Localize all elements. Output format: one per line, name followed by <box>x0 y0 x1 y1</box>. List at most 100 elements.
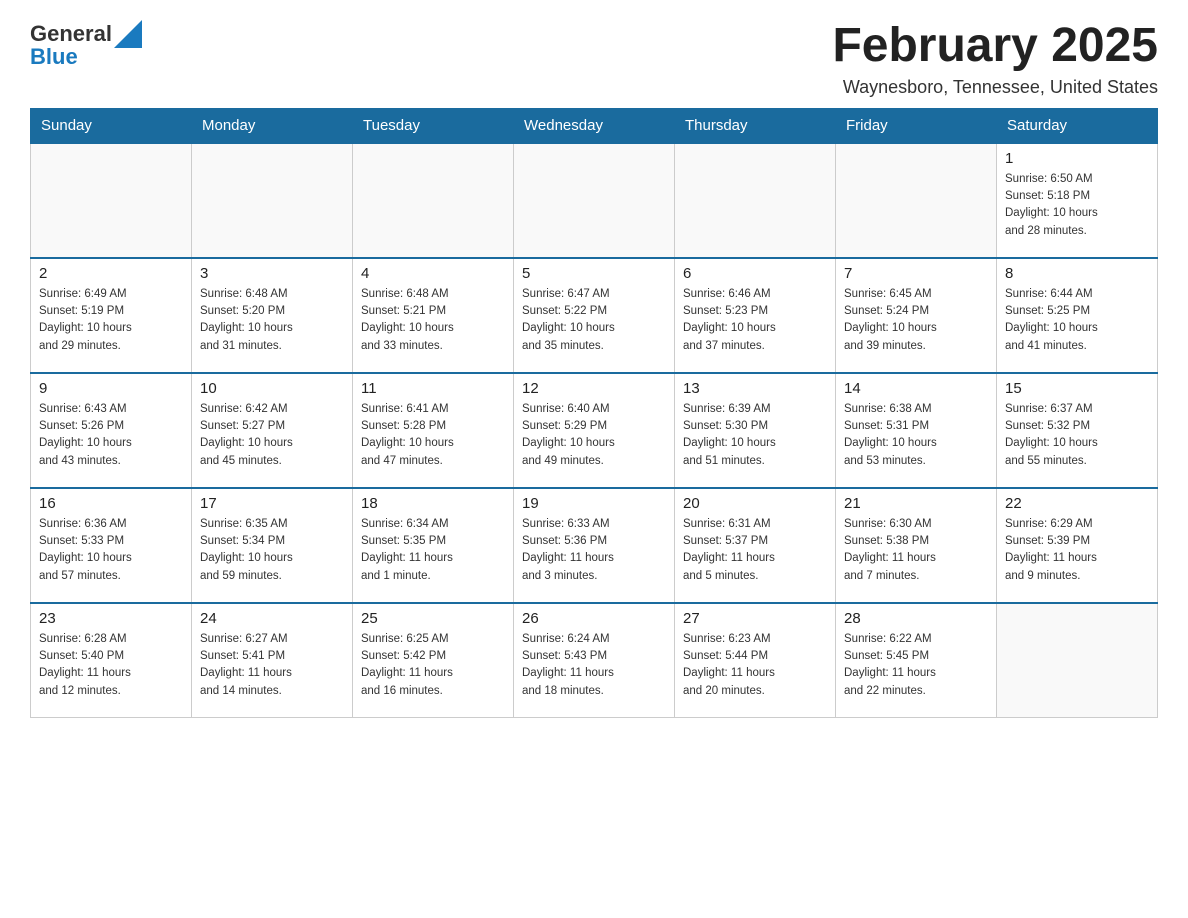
day-number: 21 <box>844 495 988 512</box>
day-number: 25 <box>361 610 505 627</box>
page-header: General Blue February 2025 Waynesboro, T… <box>30 20 1158 98</box>
day-number: 3 <box>200 265 344 282</box>
day-info: Sunrise: 6:47 AMSunset: 5:22 PMDaylight:… <box>522 286 666 355</box>
day-number: 10 <box>200 380 344 397</box>
calendar-day-cell: 11 Sunrise: 6:41 AMSunset: 5:28 PMDayligh… <box>353 373 514 488</box>
calendar-day-cell <box>353 143 514 258</box>
calendar-day-cell: 4Sunrise: 6:48 AMSunset: 5:21 PMDaylight… <box>353 258 514 373</box>
calendar-day-cell: 12Sunrise: 6:40 AMSunset: 5:29 PMDayligh… <box>514 373 675 488</box>
calendar-day-cell: 23 Sunrise: 6:28 AMSunset: 5:40 PMDayligh… <box>31 603 192 718</box>
day-info: Sunrise: 6:28 AMSunset: 5:40 PMDaylight:… <box>39 631 183 700</box>
day-of-week-header: Monday <box>192 108 353 143</box>
day-info: Sunrise: 6:48 AMSunset: 5:21 PMDaylight:… <box>361 286 505 355</box>
day-number: 18 <box>361 495 505 512</box>
calendar-day-cell: 14 Sunrise: 6:38 AMSunset: 5:31 PMDayligh… <box>836 373 997 488</box>
calendar-day-cell: 27 Sunrise: 6:23 AMSunset: 5:44 PMDayligh… <box>675 603 836 718</box>
day-number: 24 <box>200 610 344 627</box>
calendar-day-cell: 15 Sunrise: 6:37 AMSunset: 5:32 PMDayligh… <box>997 373 1158 488</box>
day-info: Sunrise: 6:44 AMSunset: 5:25 PMDaylight:… <box>1005 286 1149 355</box>
calendar-day-cell: 10 Sunrise: 6:42 AMSunset: 5:27 PMDayligh… <box>192 373 353 488</box>
day-of-week-header: Sunday <box>31 108 192 143</box>
calendar-body: 1Sunrise: 6:50 AMSunset: 5:18 PMDaylight… <box>31 143 1158 718</box>
day-info: Sunrise: 6:30 AMSunset: 5:38 PMDaylight:… <box>844 516 988 585</box>
calendar-day-cell: 17 Sunrise: 6:35 AMSunset: 5:34 PMDayligh… <box>192 488 353 603</box>
day-info: Sunrise: 6:27 AMSunset: 5:41 PMDaylight:… <box>200 631 344 700</box>
day-number: 7 <box>844 265 988 282</box>
calendar-day-cell: 22Sunrise: 6:29 AMSunset: 5:39 PMDayligh… <box>997 488 1158 603</box>
calendar-day-cell: 20Sunrise: 6:31 AMSunset: 5:37 PMDayligh… <box>675 488 836 603</box>
logo-text-blue: Blue <box>30 44 78 70</box>
day-of-week-header: Saturday <box>997 108 1158 143</box>
day-info: Sunrise: 6:36 AMSunset: 5:33 PMDaylight:… <box>39 516 183 585</box>
month-title: February 2025 <box>832 20 1158 73</box>
day-info: Sunrise: 6:37 AMSunset: 5:32 PMDaylight:… <box>1005 401 1149 470</box>
day-info: Sunrise: 6:24 AMSunset: 5:43 PMDaylight:… <box>522 631 666 700</box>
day-number: 8 <box>1005 265 1149 282</box>
day-of-week-header: Tuesday <box>353 108 514 143</box>
calendar-day-cell <box>192 143 353 258</box>
day-number: 6 <box>683 265 827 282</box>
calendar-week-row: 9 Sunrise: 6:43 AMSunset: 5:26 PMDaylight… <box>31 373 1158 488</box>
day-info: Sunrise: 6:25 AMSunset: 5:42 PMDaylight:… <box>361 631 505 700</box>
calendar-day-cell: 5 Sunrise: 6:47 AMSunset: 5:22 PMDaylight… <box>514 258 675 373</box>
day-number: 23 <box>39 610 183 627</box>
calendar-day-cell <box>997 603 1158 718</box>
day-number: 15 <box>1005 380 1149 397</box>
day-number: 27 <box>683 610 827 627</box>
calendar-day-cell: 9 Sunrise: 6:43 AMSunset: 5:26 PMDaylight… <box>31 373 192 488</box>
calendar-week-row: 16Sunrise: 6:36 AMSunset: 5:33 PMDayligh… <box>31 488 1158 603</box>
calendar-week-row: 1Sunrise: 6:50 AMSunset: 5:18 PMDaylight… <box>31 143 1158 258</box>
calendar-week-row: 2 Sunrise: 6:49 AMSunset: 5:19 PMDaylight… <box>31 258 1158 373</box>
calendar-day-cell: 24 Sunrise: 6:27 AMSunset: 5:41 PMDayligh… <box>192 603 353 718</box>
day-info: Sunrise: 6:49 AMSunset: 5:19 PMDaylight:… <box>39 286 183 355</box>
day-number: 2 <box>39 265 183 282</box>
day-info: Sunrise: 6:34 AMSunset: 5:35 PMDaylight:… <box>361 516 505 585</box>
day-info: Sunrise: 6:22 AMSunset: 5:45 PMDaylight:… <box>844 631 988 700</box>
day-info: Sunrise: 6:33 AMSunset: 5:36 PMDaylight:… <box>522 516 666 585</box>
calendar-day-cell: 1Sunrise: 6:50 AMSunset: 5:18 PMDaylight… <box>997 143 1158 258</box>
day-info: Sunrise: 6:38 AMSunset: 5:31 PMDaylight:… <box>844 401 988 470</box>
day-info: Sunrise: 6:43 AMSunset: 5:26 PMDaylight:… <box>39 401 183 470</box>
calendar-day-cell <box>675 143 836 258</box>
day-number: 9 <box>39 380 183 397</box>
days-of-week-row: SundayMondayTuesdayWednesdayThursdayFrid… <box>31 108 1158 143</box>
calendar-day-cell: 16Sunrise: 6:36 AMSunset: 5:33 PMDayligh… <box>31 488 192 603</box>
calendar-day-cell: 19 Sunrise: 6:33 AMSunset: 5:36 PMDayligh… <box>514 488 675 603</box>
calendar-week-row: 23 Sunrise: 6:28 AMSunset: 5:40 PMDayligh… <box>31 603 1158 718</box>
day-number: 14 <box>844 380 988 397</box>
calendar-day-cell: 6Sunrise: 6:46 AMSunset: 5:23 PMDaylight… <box>675 258 836 373</box>
day-number: 17 <box>200 495 344 512</box>
day-info: Sunrise: 6:42 AMSunset: 5:27 PMDaylight:… <box>200 401 344 470</box>
day-number: 26 <box>522 610 666 627</box>
calendar-day-cell: 13 Sunrise: 6:39 AMSunset: 5:30 PMDayligh… <box>675 373 836 488</box>
day-number: 5 <box>522 265 666 282</box>
calendar-day-cell: 25 Sunrise: 6:25 AMSunset: 5:42 PMDayligh… <box>353 603 514 718</box>
calendar-day-cell: 7 Sunrise: 6:45 AMSunset: 5:24 PMDaylight… <box>836 258 997 373</box>
day-number: 20 <box>683 495 827 512</box>
calendar-day-cell: 21 Sunrise: 6:30 AMSunset: 5:38 PMDayligh… <box>836 488 997 603</box>
calendar-table: SundayMondayTuesdayWednesdayThursdayFrid… <box>30 108 1158 719</box>
day-info: Sunrise: 6:41 AMSunset: 5:28 PMDaylight:… <box>361 401 505 470</box>
calendar-day-cell: 2 Sunrise: 6:49 AMSunset: 5:19 PMDaylight… <box>31 258 192 373</box>
calendar-day-cell <box>31 143 192 258</box>
title-section: February 2025 Waynesboro, Tennessee, Uni… <box>832 20 1158 98</box>
day-of-week-header: Wednesday <box>514 108 675 143</box>
day-number: 12 <box>522 380 666 397</box>
calendar-day-cell <box>514 143 675 258</box>
calendar-day-cell: 8 Sunrise: 6:44 AMSunset: 5:25 PMDaylight… <box>997 258 1158 373</box>
day-info: Sunrise: 6:29 AMSunset: 5:39 PMDaylight:… <box>1005 516 1149 585</box>
calendar-day-cell <box>836 143 997 258</box>
calendar-day-cell: 18 Sunrise: 6:34 AMSunset: 5:35 PMDayligh… <box>353 488 514 603</box>
day-info: Sunrise: 6:45 AMSunset: 5:24 PMDaylight:… <box>844 286 988 355</box>
day-number: 19 <box>522 495 666 512</box>
day-number: 28 <box>844 610 988 627</box>
day-info: Sunrise: 6:48 AMSunset: 5:20 PMDaylight:… <box>200 286 344 355</box>
day-number: 13 <box>683 380 827 397</box>
location-subtitle: Waynesboro, Tennessee, United States <box>832 77 1158 98</box>
day-number: 11 <box>361 380 505 397</box>
day-info: Sunrise: 6:23 AMSunset: 5:44 PMDaylight:… <box>683 631 827 700</box>
day-info: Sunrise: 6:50 AMSunset: 5:18 PMDaylight:… <box>1005 171 1149 240</box>
calendar-day-cell: 26 Sunrise: 6:24 AMSunset: 5:43 PMDayligh… <box>514 603 675 718</box>
day-info: Sunrise: 6:39 AMSunset: 5:30 PMDaylight:… <box>683 401 827 470</box>
day-info: Sunrise: 6:35 AMSunset: 5:34 PMDaylight:… <box>200 516 344 585</box>
